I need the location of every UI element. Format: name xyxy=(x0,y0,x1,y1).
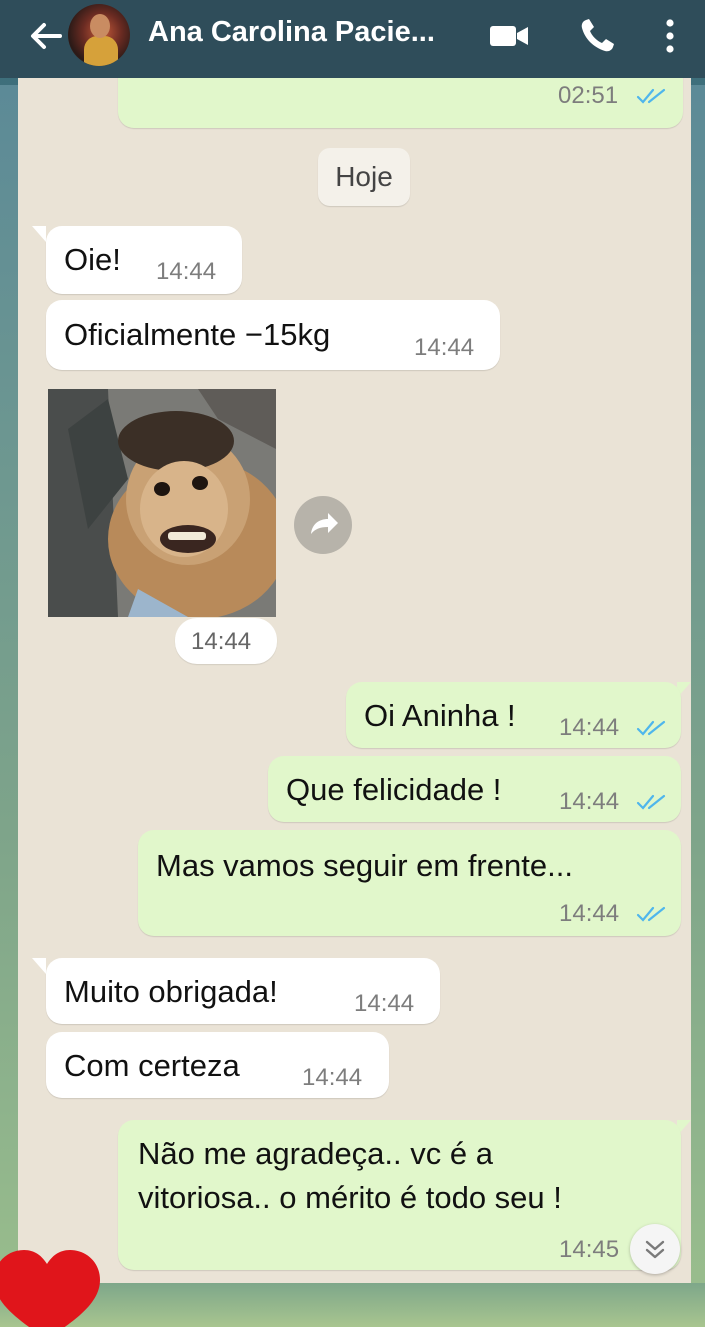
right-frame xyxy=(691,85,705,1327)
message-text-line-2: vitoriosa.. o mérito é todo seu ! xyxy=(138,1180,562,1215)
forward-button[interactable] xyxy=(294,496,352,554)
more-vertical-icon[interactable] xyxy=(660,16,680,56)
message-text-line-1: Não me agradeça.. vc é a xyxy=(138,1136,493,1171)
arrow-left-icon[interactable] xyxy=(26,18,66,54)
image-time-chip: 14:44 xyxy=(175,618,277,664)
incoming-message[interactable]: Com certeza 14:44 xyxy=(46,1032,389,1098)
bubble-tail xyxy=(32,958,46,974)
double-check-read-icon xyxy=(636,720,666,736)
heart-icon xyxy=(0,1250,100,1327)
chat-area[interactable]: 02:51 Hoje Oie! 14:44 Oficialmente −15kg… xyxy=(18,78,691,1283)
forward-icon xyxy=(311,513,338,534)
message-time: 14:44 xyxy=(559,714,620,741)
outgoing-message[interactable]: Mas vamos seguir em frente... 14:44 xyxy=(138,830,681,936)
contact-name[interactable]: Ana Carolina Pacie... xyxy=(148,16,435,49)
message-time: 14:44 xyxy=(354,990,415,1017)
previous-outgoing-message[interactable]: 02:51 xyxy=(118,78,683,128)
double-check-read-icon xyxy=(636,906,666,922)
outgoing-message[interactable]: Não me agradeça.. vc é a vitoriosa.. o m… xyxy=(118,1120,681,1270)
double-check-read-icon xyxy=(636,794,666,810)
message-time: 14:44 xyxy=(191,628,252,655)
message-text: Oficialmente −15kg xyxy=(64,317,331,352)
message-time: 02:51 xyxy=(558,82,619,109)
message-time: 14:45 xyxy=(559,1236,620,1263)
message-text: Mas vamos seguir em frente... xyxy=(156,848,573,883)
video-camera-icon[interactable] xyxy=(488,20,530,52)
message-text: Oi Aninha ! xyxy=(364,698,516,733)
message-text: Muito obrigada! xyxy=(64,974,278,1009)
message-text: Com certeza xyxy=(64,1048,240,1083)
outgoing-message[interactable]: Oi Aninha ! 14:44 xyxy=(346,682,681,748)
date-separator: Hoje xyxy=(318,148,410,206)
double-chevron-down-icon xyxy=(645,1240,665,1259)
monkey-photo xyxy=(48,389,276,617)
message-time: 14:44 xyxy=(559,900,620,927)
double-check-read-icon xyxy=(636,88,666,104)
message-text: Que felicidade ! xyxy=(286,772,502,807)
incoming-message[interactable]: Oie! 14:44 xyxy=(46,226,242,294)
left-frame xyxy=(0,85,18,1327)
incoming-message[interactable]: Oficialmente −15kg 14:44 xyxy=(46,300,500,370)
message-time: 14:44 xyxy=(559,788,620,815)
contact-avatar[interactable] xyxy=(68,4,130,66)
incoming-message[interactable]: Muito obrigada! 14:44 xyxy=(46,958,440,1024)
bubble-tail xyxy=(32,226,46,242)
scroll-to-bottom-button[interactable] xyxy=(630,1224,680,1274)
phone-icon[interactable] xyxy=(578,16,616,56)
message-time: 14:44 xyxy=(414,334,475,361)
message-time: 14:44 xyxy=(156,258,217,285)
chat-header: Ana Carolina Pacie... xyxy=(0,0,705,78)
image-message[interactable] xyxy=(48,389,276,617)
outgoing-message[interactable]: Que felicidade ! 14:44 xyxy=(268,756,681,822)
message-text: Oie! xyxy=(64,242,121,277)
message-time: 14:44 xyxy=(302,1064,363,1091)
